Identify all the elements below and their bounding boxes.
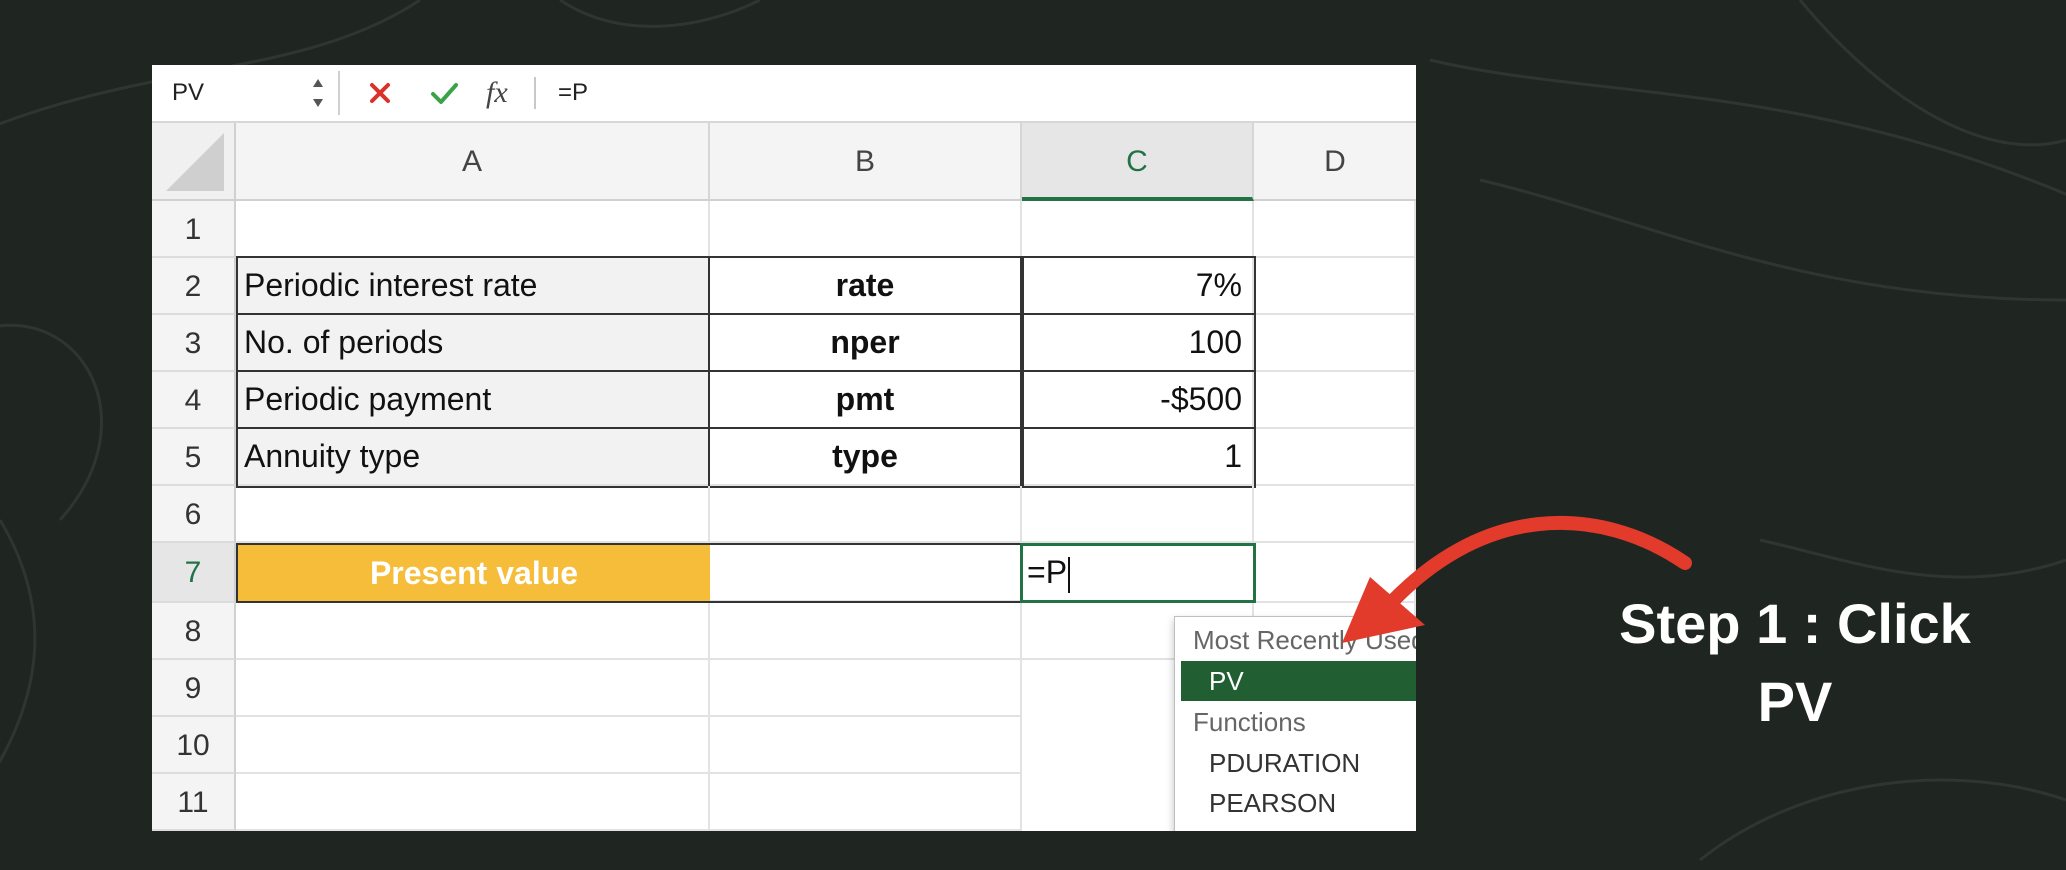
cell-d1[interactable] <box>1254 201 1416 258</box>
row-header-6[interactable]: 6 <box>152 486 236 543</box>
cell-a4[interactable]: Periodic payment <box>236 372 710 429</box>
cell-c7-input: =P <box>1027 554 1068 590</box>
row-header-4[interactable]: 4 <box>152 372 236 429</box>
cell-a6[interactable] <box>236 486 710 543</box>
cell-b5[interactable]: type <box>710 429 1022 486</box>
step-annotation-line1: Step 1 : Click <box>1619 592 1971 655</box>
cell-b4[interactable]: pmt <box>710 372 1022 429</box>
step-annotation-line2: PV <box>1757 670 1833 733</box>
cell-c5[interactable]: 1 <box>1022 429 1254 486</box>
fx-icon[interactable]: fx <box>486 75 522 111</box>
row-header-9[interactable]: 9 <box>152 660 236 717</box>
cross-icon[interactable] <box>362 75 398 111</box>
row-header-8[interactable]: 8 <box>152 603 236 660</box>
cell-c1[interactable] <box>1022 201 1254 258</box>
column-header-d[interactable]: D <box>1254 123 1416 201</box>
name-box-spinner-icon[interactable] <box>310 71 326 115</box>
cell-b2[interactable]: rate <box>710 258 1022 315</box>
cell-c2[interactable]: 7% <box>1022 258 1254 315</box>
most-recently-used-header: Most Recently Used <box>1193 625 1416 655</box>
cell-a1[interactable] <box>236 201 710 258</box>
cell-a3[interactable]: No. of periods <box>236 315 710 372</box>
cell-b8[interactable] <box>710 603 1022 660</box>
cell-d4[interactable] <box>1254 372 1416 429</box>
row-header-1[interactable]: 1 <box>152 201 236 258</box>
column-header-b[interactable]: B <box>710 123 1022 201</box>
row-header-7[interactable]: 7 <box>152 543 236 603</box>
column-header-a[interactable]: A <box>236 123 710 201</box>
cell-c4[interactable]: -$500 <box>1022 372 1254 429</box>
spreadsheet-window: PV fx =P A B C D 1 2 3 4 5 6 7 8 9 10 11… <box>152 65 1416 831</box>
select-all-corner[interactable] <box>152 123 236 201</box>
cell-d3[interactable] <box>1254 315 1416 372</box>
cell-b6[interactable] <box>710 486 1022 543</box>
cell-d5[interactable] <box>1254 429 1416 486</box>
row-header-11[interactable]: 11 <box>152 774 236 831</box>
cell-b1[interactable] <box>710 201 1022 258</box>
cell-d6[interactable] <box>1254 486 1416 543</box>
select-all-triangle-icon <box>166 133 224 191</box>
function-autocomplete-dropdown: Most Recently Used PV Functions PDURATIO… <box>1174 616 1416 831</box>
row-header-5[interactable]: 5 <box>152 429 236 486</box>
cell-b3[interactable]: nper <box>710 315 1022 372</box>
cell-a9[interactable] <box>236 660 710 717</box>
formula-input[interactable]: =P <box>558 73 588 113</box>
column-header-c[interactable]: C <box>1022 123 1254 201</box>
cell-d2[interactable] <box>1254 258 1416 315</box>
present-value-label[interactable]: Present value <box>238 545 710 602</box>
cell-c6[interactable] <box>1022 486 1254 543</box>
row-header-3[interactable]: 3 <box>152 315 236 372</box>
cell-c7-editing[interactable]: =P <box>1020 543 1256 603</box>
cell-b9[interactable] <box>710 660 1022 717</box>
formula-bar-divider <box>338 71 340 115</box>
cell-a2[interactable]: Periodic interest rate <box>236 258 710 315</box>
function-option-pearson[interactable]: PEARSON <box>1181 783 1416 823</box>
text-caret <box>1068 556 1071 593</box>
cell-c3[interactable]: 100 <box>1022 315 1254 372</box>
formula-bar: PV fx =P <box>152 65 1416 123</box>
function-option-pv[interactable]: PV <box>1181 661 1416 701</box>
cell-a11[interactable] <box>236 774 710 831</box>
function-option-pduration[interactable]: PDURATION <box>1181 743 1416 783</box>
step-annotation: Step 1 : Click PV <box>1600 585 1990 741</box>
row-header-2[interactable]: 2 <box>152 258 236 315</box>
cell-a5[interactable]: Annuity type <box>236 429 710 486</box>
cell-a8[interactable] <box>236 603 710 660</box>
check-icon[interactable] <box>426 75 462 111</box>
formula-bar-divider <box>534 77 536 109</box>
row-header-10[interactable]: 10 <box>152 717 236 774</box>
cell-a10[interactable] <box>236 717 710 774</box>
cell-b10[interactable] <box>710 717 1022 774</box>
cell-d7[interactable] <box>1256 543 1416 603</box>
cell-b11[interactable] <box>710 774 1022 831</box>
cell-b7[interactable] <box>710 545 1022 602</box>
functions-header: Functions <box>1193 707 1306 737</box>
